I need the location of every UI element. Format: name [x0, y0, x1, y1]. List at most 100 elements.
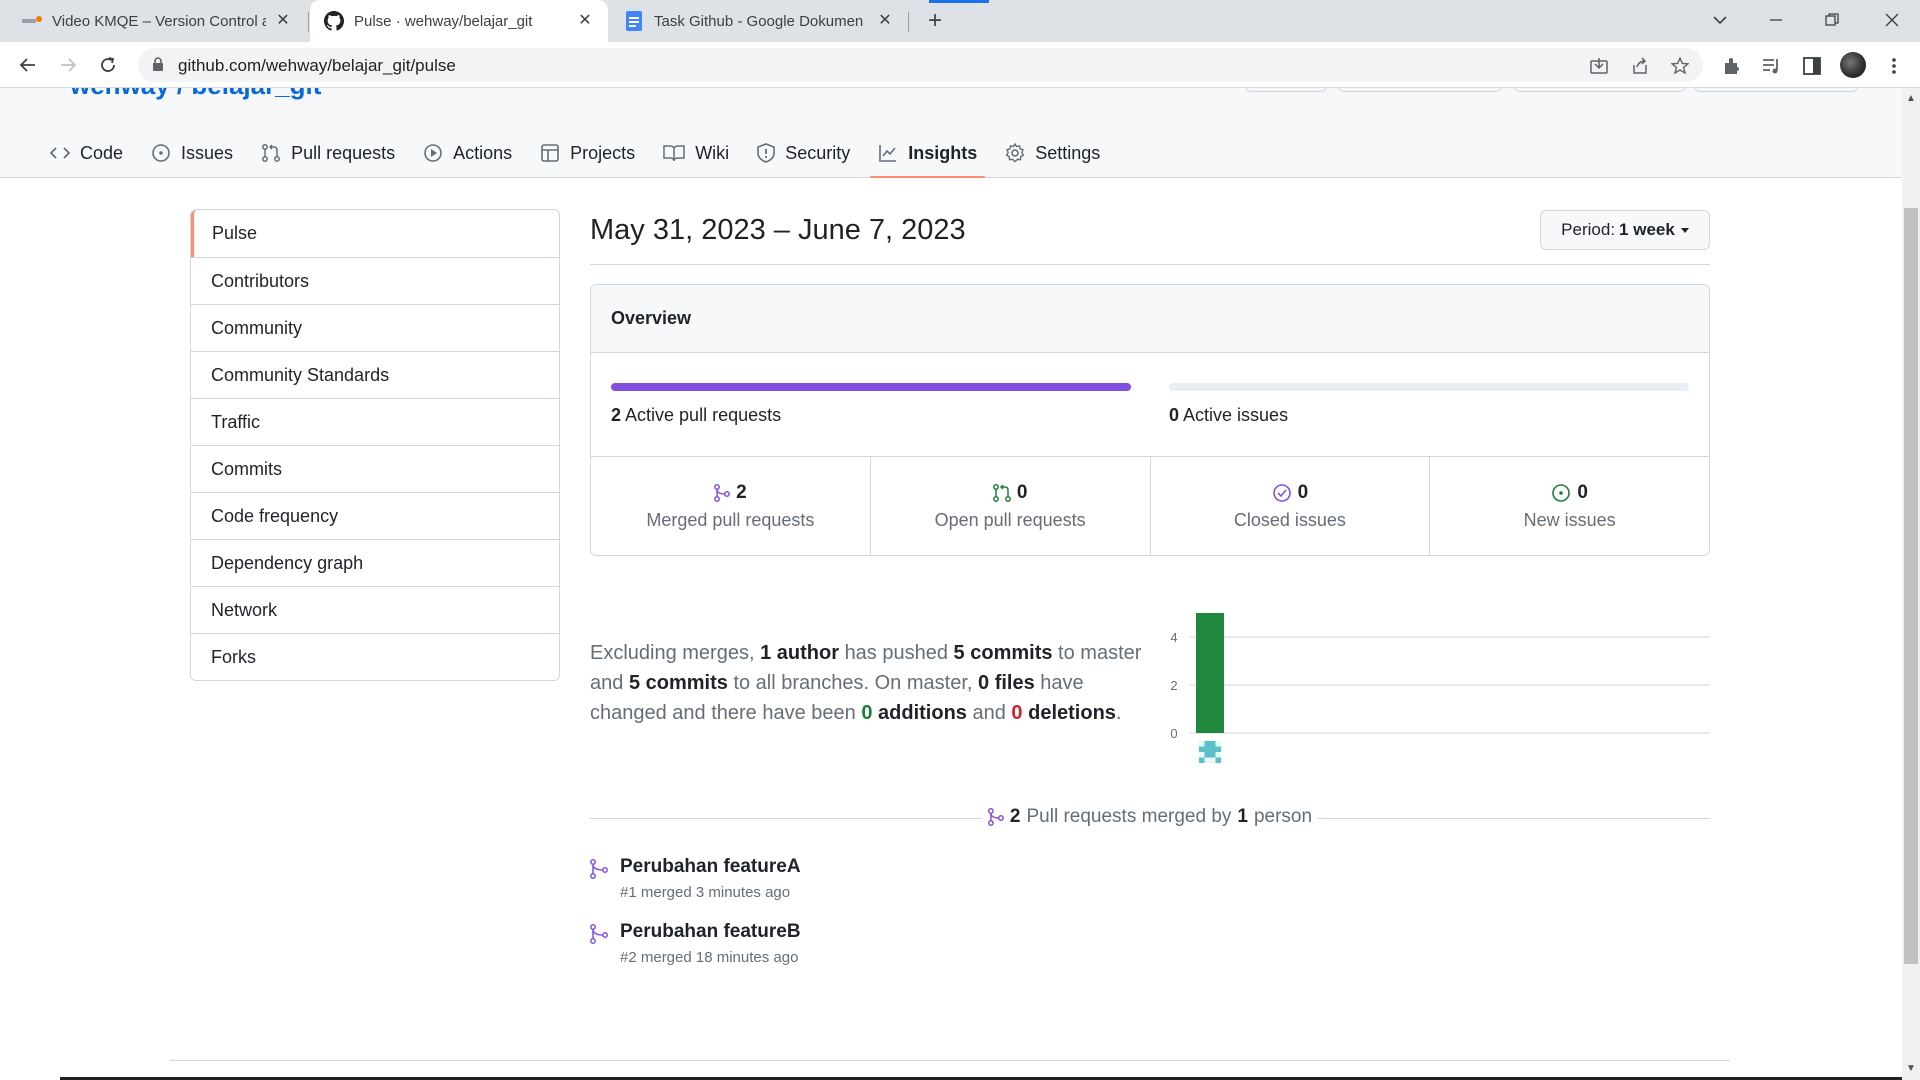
tab-pull-requests[interactable]: Pull requests [251, 128, 405, 178]
stat-new-issues[interactable]: 0 New issues [1429, 457, 1709, 555]
merged-prs-header: 2 Pull requests merged by 1 person [590, 806, 1710, 830]
tab-actions[interactable]: Actions [413, 128, 522, 178]
book-icon [663, 145, 685, 162]
tab-issues[interactable]: Issues [141, 128, 243, 178]
side-menu-pulse[interactable]: Pulse [191, 210, 559, 257]
tab-label: Projects [570, 142, 636, 163]
url-text: github.com/wehway/belajar_git/pulse [178, 56, 456, 75]
tab-projects[interactable]: Projects [530, 128, 645, 178]
forward-arrow-icon[interactable] [54, 51, 82, 79]
chart-bar [1196, 613, 1224, 733]
new-tab-icon[interactable]: + [922, 9, 948, 35]
stat-open-prs[interactable]: 0 Open pull requests [869, 457, 1150, 555]
close-icon[interactable]: ✕ [274, 12, 292, 30]
active-pr-label: Active pull requests [625, 405, 782, 425]
tab-separator [908, 12, 909, 32]
active-issues-count: 0 [1169, 405, 1180, 425]
install-icon[interactable] [1588, 55, 1610, 77]
browser-tab-pulse[interactable]: Pulse · wehway/belajar_git ✕ [310, 0, 608, 42]
pr-title-link[interactable]: Perubahan featureA [620, 856, 801, 878]
divider [590, 264, 1710, 265]
github-page: wehway / belajar_git Code Issues Pull re… [0, 88, 1902, 1080]
y-tick-label: 0 [1170, 726, 1177, 741]
summary-commits-all[interactable]: 5 commits [629, 672, 728, 694]
profile-avatar[interactable] [1840, 52, 1866, 78]
stat-merged-prs[interactable]: 2 Merged pull requests [591, 457, 870, 555]
lock-icon[interactable] [152, 57, 164, 77]
pull-request-icon [992, 483, 1011, 502]
side-menu-community-standards[interactable]: Community Standards [191, 351, 559, 398]
caret-down-icon [1680, 227, 1689, 233]
commit-summary: Excluding merges, 1 author has pushed 5 … [590, 638, 1150, 728]
summary-commits-master[interactable]: 5 commits [954, 642, 1053, 664]
scrollbar-thumb[interactable] [1904, 208, 1918, 964]
active-pr-summary[interactable]: 2 Active pull requests [611, 405, 781, 426]
tab-settings[interactable]: Settings [995, 128, 1110, 178]
overview-stats: 2 Merged pull requests 0 Open pull reque… [591, 457, 1709, 555]
notifications-button[interactable] [1245, 88, 1327, 92]
star-button[interactable] [1514, 88, 1686, 92]
active-issues-bar [1169, 383, 1689, 391]
date-range-title: May 31, 2023 – June 7, 2023 [590, 214, 966, 246]
stat-value: 2 [736, 481, 747, 503]
side-menu-community[interactable]: Community [191, 304, 559, 351]
stat-value: 0 [1297, 481, 1309, 503]
period-dropdown[interactable]: Period: 1 week [1540, 210, 1710, 250]
tab-insights[interactable]: Insights [868, 128, 987, 178]
tab-wiki[interactable]: Wiki [653, 128, 739, 178]
side-menu-contributors[interactable]: Contributors [191, 257, 559, 304]
gear-icon [1005, 143, 1025, 163]
author-avatar-icon[interactable] [1199, 741, 1221, 763]
merged-people: 1 [1237, 806, 1248, 827]
summary-deletions-word: deletions [1028, 702, 1116, 724]
summary-files[interactable]: 0 files [978, 672, 1035, 694]
side-menu-forks[interactable]: Forks [191, 633, 559, 680]
browser-tab-video[interactable]: Video KMQE – Version Control ar ✕ [8, 0, 306, 42]
media-control-icon[interactable] [1760, 54, 1784, 78]
shield-icon [757, 143, 775, 163]
tab-security[interactable]: Security [747, 128, 860, 178]
summary-authors[interactable]: 1 author [760, 642, 839, 664]
scroll-down-icon[interactable]: ▼ [1904, 1062, 1918, 1076]
back-arrow-icon[interactable] [14, 51, 42, 79]
merged-text: Pull requests merged by [1026, 806, 1232, 827]
address-bar[interactable]: github.com/wehway/belajar_git/pulse [138, 48, 1703, 82]
window-close-icon[interactable] [1874, 6, 1910, 34]
tab-code[interactable]: Code [40, 128, 133, 178]
side-menu-commits[interactable]: Commits [191, 445, 559, 492]
more-vert-icon[interactable] [1882, 54, 1906, 78]
stat-label: Merged pull requests [646, 509, 815, 530]
scroll-up-icon[interactable]: ▲ [1904, 92, 1918, 106]
active-issues-summary[interactable]: 0 Active issues [1169, 405, 1288, 426]
extensions-icon[interactable] [1720, 54, 1744, 78]
minimize-icon[interactable] [1758, 6, 1794, 34]
side-panel-icon[interactable] [1800, 54, 1824, 78]
tab-title: Pulse · wehway/belajar_git [354, 12, 533, 30]
pr-title-link[interactable]: Perubahan featureB [620, 921, 801, 943]
side-menu-traffic[interactable]: Traffic [191, 398, 559, 445]
tab-label: Actions [453, 142, 513, 163]
side-menu-network[interactable]: Network [191, 586, 559, 633]
stat-closed-issues[interactable]: 0 Closed issues [1149, 457, 1430, 555]
watch-button[interactable] [1694, 88, 1858, 92]
browser-tab-docs[interactable]: Task Github - Google Dokumen ✕ [610, 0, 908, 42]
tab-indicator [929, 0, 989, 3]
commits-by-author-chart: 0 2 4 [1170, 613, 1710, 763]
close-icon[interactable]: ✕ [876, 12, 894, 30]
bookmark-star-icon[interactable] [1669, 55, 1691, 77]
summary-additions-num: 0 [861, 702, 873, 724]
share-icon[interactable] [1629, 55, 1651, 77]
side-menu-code-frequency[interactable]: Code frequency [191, 492, 559, 539]
browser-tab-bar: Video KMQE – Version Control ar ✕ Pulse … [0, 0, 1920, 42]
repo-nav: Code Issues Pull requests Actions Projec… [40, 128, 1118, 178]
merged-icon [590, 859, 608, 879]
side-menu-dependency-graph[interactable]: Dependency graph [191, 539, 559, 586]
restore-icon[interactable] [1814, 6, 1850, 34]
close-icon[interactable]: ✕ [576, 12, 594, 30]
repo-title[interactable]: wehway / belajar_git [70, 88, 321, 101]
repo-header: wehway / belajar_git Code Issues Pull re… [0, 88, 1902, 178]
summary-deletions-num: 0 [1011, 702, 1023, 724]
tab-search-icon[interactable] [1702, 6, 1738, 34]
fork-button[interactable] [1338, 88, 1502, 92]
reload-icon[interactable] [94, 51, 122, 79]
